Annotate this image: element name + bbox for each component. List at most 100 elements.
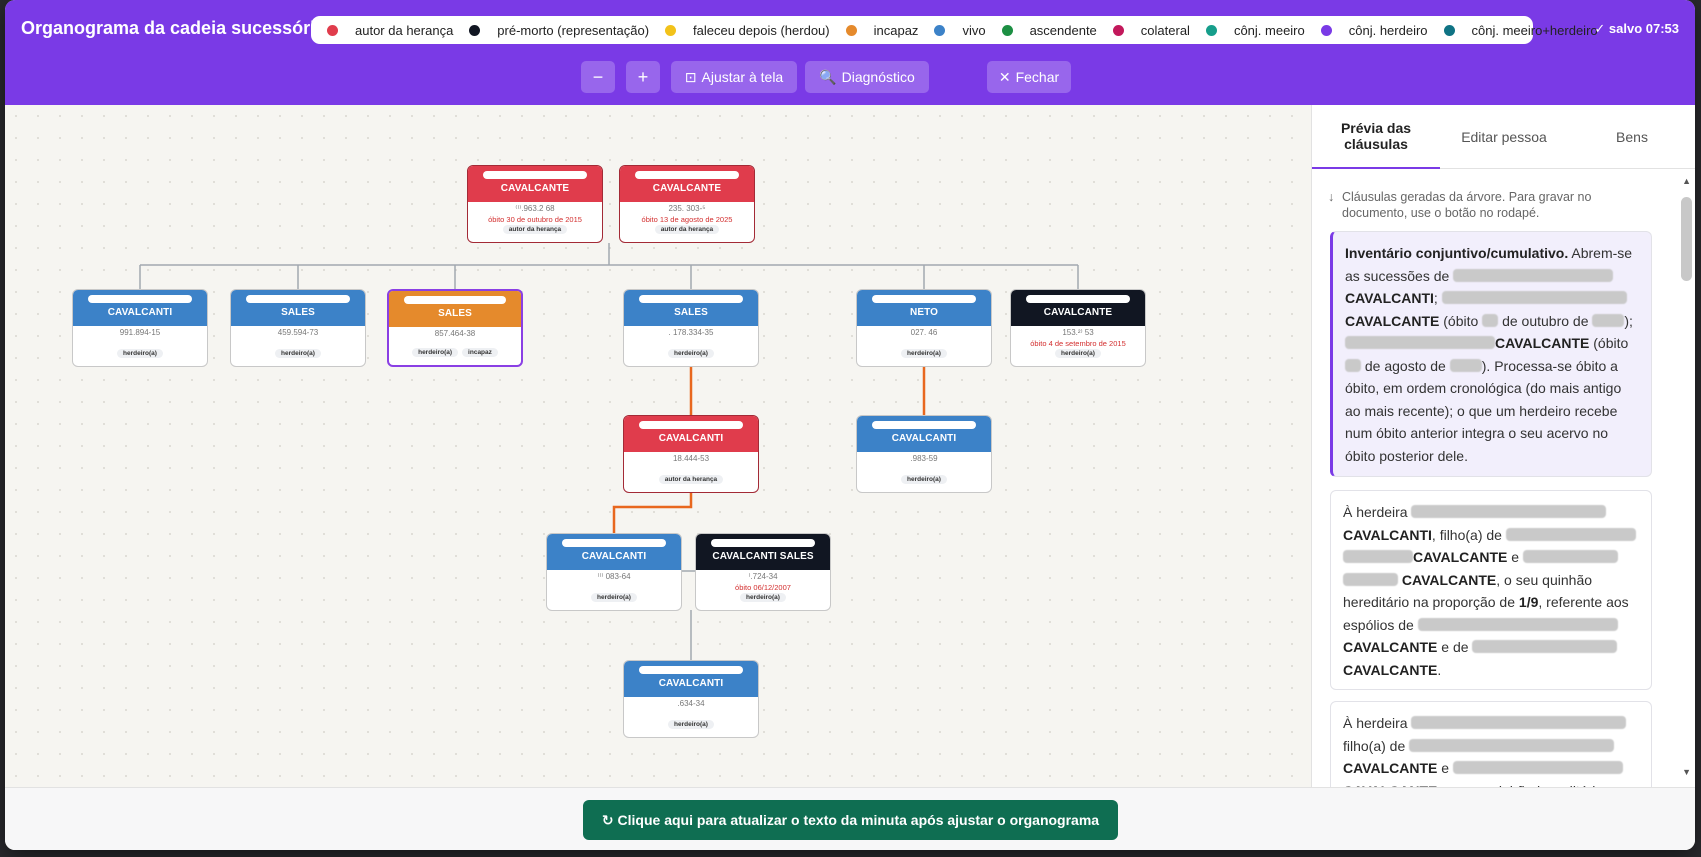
scroll-down-icon[interactable]: ▼ [1682,767,1691,777]
redacted-name [639,295,743,303]
saved-status: ✓ salvo 07:53 [1594,21,1679,36]
person-node[interactable]: CAVALCANTI .634-34 herdeiro(a) [623,660,759,738]
side-panel: Prévia das cláusulas Editar pessoa Bens … [1311,105,1695,821]
node-doc: 991.894-15 [119,328,161,337]
redacted-text [1505,527,1636,541]
clause-name: CAVALCANTE [1343,639,1438,655]
person-node[interactable]: CAVALCANTI 991.894-15 herdeiro(a) [72,289,208,367]
node-tag: herdeiro(a) [901,349,947,358]
diagnostics-label: Diagnóstico [841,69,915,85]
node-name: CAVALCANTI [581,551,647,562]
node-tag: incapaz [462,348,498,357]
node-tag: herdeiro(a) [740,593,786,602]
diagnostics-button[interactable]: 🔍 Diagnóstico [805,61,929,93]
node-tag: herdeiro(a) [412,348,459,357]
legend-label: cônj. meeiro+herdeiro [1471,22,1598,38]
fit-screen-label: Ajustar à tela [701,69,784,85]
redacted-text [1449,358,1482,372]
redacted-name [639,421,743,429]
legend-label: cônj. meeiro [1233,22,1305,38]
zoom-in-button[interactable]: + [626,61,660,93]
redacted-text [1522,550,1618,563]
clause-card: À herdeira CAVALCANTI, filho(a) de CAVAL… [1330,490,1652,690]
legend-dot-icon [934,24,946,36]
redacted-text [1345,358,1361,372]
legend-item: autor da herança [327,23,453,38]
node-header: SALES [624,290,758,326]
legend-dot-icon [1112,24,1124,36]
tree-canvas[interactable]: CAVALCANTE ⁽⁾⁾.963.2 68 óbito 30 de outu… [5,105,1311,787]
panel-note: ↓ Cláusulas geradas da árvore. Para grav… [1328,189,1648,221]
person-node[interactable]: CAVALCANTI SALES ⁾.724-34 óbito 06/12/20… [695,533,831,611]
zoom-out-button[interactable]: − [581,61,615,93]
person-node[interactable]: SALES 459.594-73 herdeiro(a) [230,289,366,367]
node-doc: 153.²⁾ 53 [1062,328,1094,337]
tab-assets[interactable]: Bens [1568,105,1695,169]
node-tag: herdeiro(a) [668,349,714,358]
legend-item: incapaz [845,23,918,38]
person-node[interactable]: NETO 027. 46 herdeiro(a) [856,289,992,367]
arrow-down-icon: ↓ [1328,190,1335,204]
legend-dot-icon [1205,24,1217,36]
clause-name: CAVALCANTI [1345,290,1434,306]
toolbar: − + ⊡ Ajustar à tela 🔍 Diagnóstico ✕ Fechar [5,61,1695,93]
clause-heading: Inventário conjuntivo/cumulativo. [1345,245,1569,261]
scrollbar-thumb[interactable] [1681,197,1692,281]
close-button[interactable]: ✕ Fechar [987,61,1071,93]
legend-item: cônj. meeiro [1205,22,1305,38]
node-doc: 18.444-53 [672,454,710,463]
legend-dot-icon [845,24,857,36]
redacted-text [1452,761,1623,774]
panel-note-text: Cláusulas geradas da árvore. Para gravar… [1342,190,1592,220]
refresh-draft-button[interactable]: ↻ Clique aqui para atualizar o texto da … [583,800,1118,840]
legend-item: cônj. meeiro+herdeiro [1443,22,1598,38]
person-node[interactable]: SALES 857.464-38 herdeiro(a) incapaz [387,289,523,367]
clause-card: Inventário conjuntivo/cumulativo. Abrem-… [1330,231,1652,477]
clause-text: filho(a) de [1343,737,1410,754]
clause-text: À herdeira [1343,715,1412,731]
legend: autor da herança pré-morto (representaçã… [311,16,1598,44]
person-node[interactable]: CAVALCANTI 18.444-53 autor da herança [623,415,759,493]
node-tag: herdeiro(a) [668,720,714,729]
redacted-text [1345,336,1495,349]
person-node[interactable]: CAVALCANTE ⁽⁾⁾.963.2 68 óbito 30 de outu… [467,165,603,243]
scroll-up-icon[interactable]: ▲ [1682,176,1691,186]
redacted-name [711,539,815,547]
node-header: SALES [231,290,365,326]
node-doc: 235. 303-⁵ [668,204,706,213]
clause-text: (óbito [1439,312,1483,329]
person-node[interactable]: CAVALCANTI ⁾⁾⁾ 083-64 herdeiro(a) [546,533,682,611]
node-header: CAVALCANTE [620,166,754,202]
legend-dot-icon [1001,24,1013,36]
node-name: NETO [910,307,938,318]
clause-text: de outubro de [1498,312,1593,329]
node-tag: herdeiro(a) [117,349,163,358]
node-name: CAVALCANTE [1043,307,1113,318]
legend-label: autor da herança [355,22,454,38]
close-label: Fechar [1015,69,1060,85]
clause-text: , filho(a) de [1431,526,1506,543]
person-node[interactable]: CAVALCANTI .983-59 herdeiro(a) [856,415,992,493]
legend-item: vivo [934,23,986,38]
clause-fraction: 1/9 [1518,594,1539,610]
legend-label: colateral [1140,22,1190,38]
legend-dot-icon [1443,24,1455,36]
redacted-text [1343,572,1398,586]
person-node[interactable]: SALES . 178.334-35 herdeiro(a) [623,289,759,367]
node-name: CAVALCANTE [652,183,722,194]
fit-screen-button[interactable]: ⊡ Ajustar à tela [671,61,797,93]
node-tag: herdeiro(a) [275,349,321,358]
legend-item: pré-morto (representação) [469,23,649,38]
organogram-modal: Organograma da cadeia sucessória autor d… [5,0,1695,850]
footer: ↻ Clique aqui para atualizar o texto da … [5,787,1695,850]
node-tag: herdeiro(a) [1055,349,1101,358]
tab-clause-preview[interactable]: Prévia das cláusulas [1312,105,1440,169]
redacted-name [872,295,976,303]
redacted-text [1411,505,1607,518]
person-node[interactable]: CAVALCANTE 153.²⁾ 53 óbito 4 de setembro… [1010,289,1146,367]
person-node[interactable]: CAVALCANTE 235. 303-⁵ óbito 13 de agosto… [619,165,755,243]
tab-edit-person[interactable]: Editar pessoa [1440,105,1568,169]
legend-dot-icon [327,24,338,36]
node-name: CAVALCANTI [891,433,957,444]
clause-text: e de [1437,639,1473,655]
